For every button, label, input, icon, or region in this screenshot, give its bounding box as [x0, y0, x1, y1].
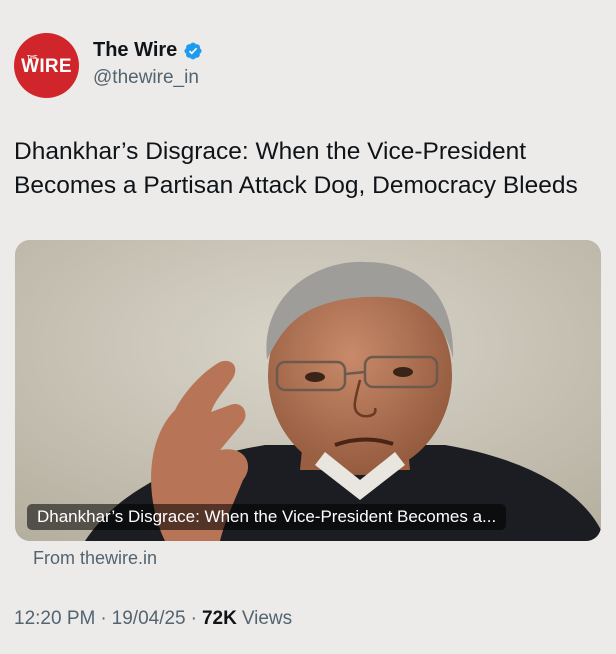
account-display-name[interactable]: The Wire [93, 39, 177, 62]
meta-separator: · [100, 608, 107, 629]
account-handle[interactable]: @thewire_in [93, 67, 199, 89]
account-name-row: The Wire [93, 39, 203, 62]
meta-separator: · [190, 608, 197, 629]
link-card[interactable]: Dhankhar’s Disgrace: When the Vice-Presi… [15, 240, 601, 541]
avatar-small-text: THE [27, 55, 38, 61]
views-count: 72K [201, 608, 237, 629]
tweet-view: THE WIRE The Wire @thewire_in Dhankhar’s… [0, 0, 616, 654]
card-title: Dhankhar’s Disgrace: When the Vice-Presi… [27, 504, 507, 530]
tweet-text: Dhankhar’s Disgrace: When the Vice-Presi… [14, 138, 578, 199]
tweet-meta: 12:20 PM · 19/04/25 · 72K Views [14, 608, 292, 630]
tweet-time[interactable]: 12:20 PM [14, 608, 95, 630]
card-source-link[interactable]: From thewire.in [33, 548, 157, 569]
verified-badge-icon [183, 41, 203, 61]
views-label: Views [241, 608, 293, 629]
tweet-date[interactable]: 19/04/25 [112, 608, 186, 630]
account-avatar[interactable]: THE WIRE [14, 33, 79, 98]
card-photo-image [15, 240, 601, 541]
